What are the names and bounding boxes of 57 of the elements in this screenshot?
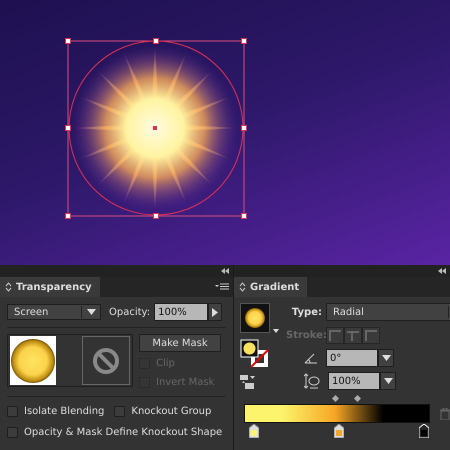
panel-tab[interactable]: Transparency	[0, 277, 100, 297]
make-mask-button[interactable]: Make Mask	[139, 334, 221, 352]
play-arrow-icon	[212, 308, 218, 316]
corner-icon	[365, 329, 377, 341]
prohibited-icon	[91, 346, 121, 376]
corner-icon	[347, 329, 359, 341]
panel-tab[interactable]: Gradient	[234, 277, 308, 297]
panel-menu-icon[interactable]	[215, 283, 229, 291]
artwork-thumbnail[interactable]	[10, 336, 56, 385]
midpoint-diamond-icon[interactable]	[354, 395, 361, 402]
panel-title: Gradient	[250, 282, 300, 292]
checkbox-label: Isolate Blending	[24, 406, 104, 416]
gradient-slider[interactable]	[244, 404, 430, 423]
caret-icon	[384, 378, 392, 384]
type-label: Type:	[290, 306, 322, 318]
checkbox[interactable]	[114, 406, 126, 416]
checkbox-label: Opacity & Mask Define Knockout Shape	[24, 426, 222, 438]
gradient-thumbnail[interactable]	[240, 303, 270, 333]
resize-handle[interactable]	[65, 125, 71, 131]
collapse-icon[interactable]	[438, 268, 446, 274]
caret-icon	[382, 355, 390, 361]
color-stop[interactable]	[249, 424, 259, 438]
aspect-ratio-field[interactable]: 100%	[328, 372, 380, 390]
sun-ball-icon	[245, 308, 265, 328]
checkbox[interactable]	[7, 406, 18, 416]
sort-arrows-icon	[5, 282, 12, 292]
angle-field[interactable]: 0°	[326, 349, 378, 367]
fill-stroke-icon[interactable]	[240, 339, 270, 369]
collapse-icon[interactable]	[221, 268, 229, 274]
resize-handle[interactable]	[153, 38, 159, 44]
caret-icon[interactable]	[273, 329, 279, 333]
sort-arrows-icon	[239, 282, 246, 292]
resize-handle[interactable]	[153, 213, 159, 219]
sun-ball-icon	[11, 338, 55, 382]
resize-handle[interactable]	[241, 38, 247, 44]
panel-title: Transparency	[16, 282, 92, 292]
midpoint-diamond-icon[interactable]	[332, 395, 339, 402]
opacity-slider-button[interactable]	[208, 303, 222, 321]
angle-dropdown-button[interactable]	[378, 349, 394, 367]
layout-icon[interactable]	[240, 375, 258, 389]
checkbox[interactable]	[7, 426, 18, 438]
opacity-label: Opacity:	[109, 306, 150, 318]
color-stop[interactable]	[334, 424, 344, 438]
resize-handle[interactable]	[241, 125, 247, 131]
aspect-dropdown-button[interactable]	[380, 372, 396, 390]
blend-mode-dropdown[interactable]: Screen	[7, 304, 101, 320]
aspect-ratio-icon	[304, 373, 320, 389]
resize-handle[interactable]	[241, 213, 247, 219]
resize-handle[interactable]	[65, 213, 71, 219]
caret-icon	[87, 309, 96, 315]
angle-icon	[304, 352, 318, 364]
resize-handle[interactable]	[65, 38, 71, 44]
gradient-type-dropdown[interactable]: Radial	[326, 303, 450, 321]
opacity-field[interactable]: 100%	[154, 303, 208, 321]
checkbox-label: Knockout Group	[131, 406, 212, 416]
corner-icon	[329, 329, 341, 341]
mask-thumbnail[interactable]	[82, 336, 130, 385]
